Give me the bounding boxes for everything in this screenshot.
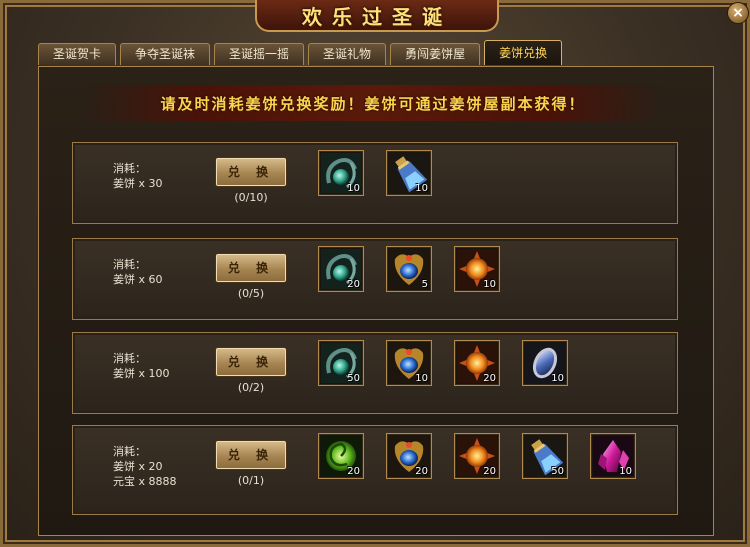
exchange-progress: (0/2) — [237, 381, 265, 394]
cost-info: 消耗： 姜饼 x 20 元宝 x 8888 — [113, 444, 177, 489]
reward-item[interactable]: 50 — [318, 340, 364, 386]
cost-label: 消耗： — [113, 352, 146, 365]
exchange-row: 消耗： 姜饼 x 100 兑 换 (0/2) 50 10 20 10 — [72, 332, 678, 414]
exchange-row: 消耗： 姜饼 x 20 元宝 x 8888 兑 换 (0/1) 20 20 20 50 10 — [72, 425, 678, 515]
window-title: 欢乐过圣诞 — [302, 4, 452, 29]
exchange-progress: (0/10) — [234, 191, 268, 204]
exchange-button[interactable]: 兑 换 — [215, 253, 287, 283]
exchange-button[interactable]: 兑 换 — [215, 157, 287, 187]
reward-item[interactable]: 10 — [454, 246, 500, 292]
exchange-progress: (0/1) — [237, 474, 265, 487]
exchange-progress: (0/5) — [237, 287, 265, 300]
reward-item[interactable]: 50 — [522, 433, 568, 479]
tab-bar: 圣诞贺卡 争夺圣诞袜 圣诞摇一摇 圣诞礼物 勇闯姜饼屋 姜饼兑换 — [38, 40, 563, 67]
reward-item[interactable]: 20 — [386, 433, 432, 479]
title-banner: 欢乐过圣诞 — [255, 0, 499, 32]
reward-count: 20 — [347, 279, 360, 290]
cost-value: 元宝 x 8888 — [113, 475, 177, 488]
cost-info: 消耗： 姜饼 x 60 — [113, 257, 163, 287]
exchange-row: 消耗： 姜饼 x 30 兑 换 (0/10) 10 10 — [72, 142, 678, 224]
exchange-row: 消耗： 姜饼 x 60 兑 换 (0/5) 20 5 10 — [72, 238, 678, 320]
tab-shake[interactable]: 圣诞摇一摇 — [214, 43, 305, 65]
reward-item[interactable]: 10 — [386, 150, 432, 196]
cost-label: 消耗： — [113, 258, 146, 271]
reward-count: 20 — [483, 466, 496, 477]
cost-label: 消耗： — [113, 445, 146, 458]
reward-count: 10 — [347, 183, 360, 194]
reward-item[interactable]: 10 — [386, 340, 432, 386]
reward-count: 50 — [347, 373, 360, 384]
reward-count: 20 — [483, 373, 496, 384]
reward-count: 10 — [483, 279, 496, 290]
cost-value: 姜饼 x 30 — [113, 177, 163, 190]
cost-value: 姜饼 x 100 — [113, 367, 170, 380]
reward-item[interactable]: 20 — [318, 246, 364, 292]
reward-item[interactable]: 20 — [318, 433, 364, 479]
cost-value: 姜饼 x 60 — [113, 273, 163, 286]
tab-christmas-gift[interactable]: 圣诞礼物 — [308, 43, 387, 65]
reward-count: 10 — [415, 373, 428, 384]
notice-text: 请及时消耗姜饼兑换奖励！姜饼可通过姜饼屋副本获得！ — [160, 94, 586, 113]
reward-item[interactable]: 5 — [386, 246, 432, 292]
reward-count: 10 — [551, 373, 564, 384]
tab-greeting-card[interactable]: 圣诞贺卡 — [38, 43, 117, 65]
cost-label: 消耗： — [113, 162, 146, 175]
reward-item[interactable]: 10 — [522, 340, 568, 386]
reward-count: 20 — [347, 466, 360, 477]
cost-info: 消耗： 姜饼 x 100 — [113, 351, 170, 381]
exchange-button[interactable]: 兑 换 — [215, 347, 287, 377]
reward-count: 10 — [619, 466, 632, 477]
reward-item[interactable]: 20 — [454, 340, 500, 386]
reward-count: 20 — [415, 466, 428, 477]
close-button[interactable]: × — [727, 2, 749, 24]
reward-item[interactable]: 10 — [318, 150, 364, 196]
notice-banner: 请及时消耗姜饼兑换奖励！姜饼可通过姜饼屋副本获得！ — [83, 85, 663, 121]
reward-item[interactable]: 20 — [454, 433, 500, 479]
reward-count: 50 — [551, 466, 564, 477]
tab-stocking-battle[interactable]: 争夺圣诞袜 — [120, 43, 211, 65]
cost-value: 姜饼 x 20 — [113, 460, 163, 473]
reward-count: 5 — [421, 279, 428, 290]
reward-count: 10 — [415, 183, 428, 194]
reward-item[interactable]: 10 — [590, 433, 636, 479]
cost-info: 消耗： 姜饼 x 30 — [113, 161, 163, 191]
tab-gingerbread-house[interactable]: 勇闯姜饼屋 — [390, 43, 481, 65]
tab-gingerbread-exchange[interactable]: 姜饼兑换 — [484, 40, 563, 65]
exchange-button[interactable]: 兑 换 — [215, 440, 287, 470]
